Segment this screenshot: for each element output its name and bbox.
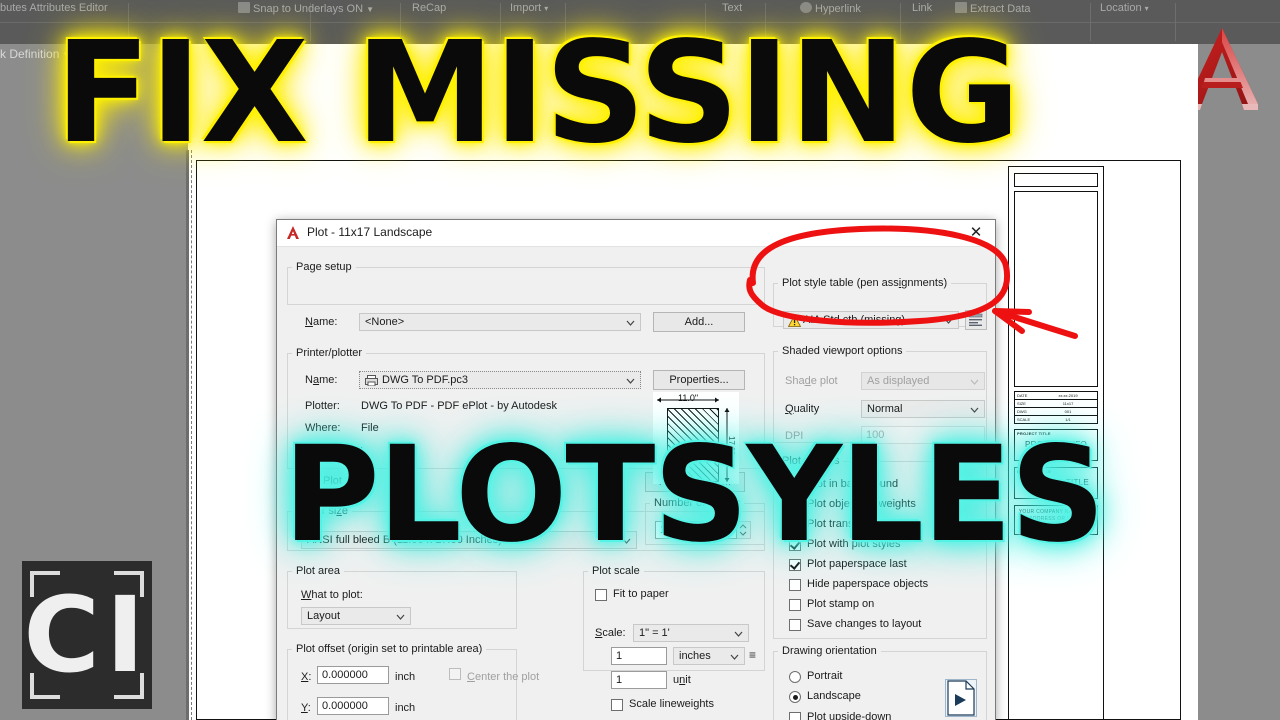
printer-plotter-legend: Printer/plotter: [296, 347, 363, 359]
plot-option-checkbox[interactable]: [789, 579, 801, 591]
overlay-title-line1: FIX MISSING: [55, 12, 1020, 175]
scale-numerator-input[interactable]: 1: [611, 647, 667, 665]
plot-option-checkbox[interactable]: [789, 599, 801, 611]
page-setup-name-label: NName:ame:: [305, 316, 338, 328]
plot-style-table-legend: Plot style table (pen assignments): [782, 277, 948, 289]
table-row: SIZE 11x17: [1014, 399, 1098, 407]
shade-plot-label: Shade plot: [785, 375, 838, 387]
page-setup-name-combo[interactable]: <None>: [359, 313, 641, 331]
fit-to-paper-checkbox[interactable]: [595, 589, 607, 601]
ribbon-panel-label: k Definition: [0, 47, 60, 61]
scale-combo[interactable]: 1" = 1': [633, 624, 749, 642]
ribbon-tool-location[interactable]: Location ▾: [1100, 2, 1149, 14]
plot-option-checkbox[interactable]: [789, 619, 801, 631]
scale-units-value: inches: [679, 650, 711, 662]
overlay-title-line2: PLOTSYLES: [283, 418, 1105, 572]
offset-x-units: inch: [395, 671, 416, 683]
portrait-radio[interactable]: [789, 671, 801, 683]
chevron-down-icon: [970, 407, 979, 413]
scale-denominator-input[interactable]: 1: [611, 671, 667, 689]
plot-option-label: Plot stamp on: [807, 598, 875, 610]
printer-name-value: DWG To PDF.pc3: [382, 374, 468, 386]
title-block-cell-top: [1014, 173, 1098, 187]
scale-label: Scale:: [595, 627, 626, 639]
add-page-setup-button[interactable]: Add...: [653, 312, 745, 332]
printer-name-label: Name:: [305, 374, 338, 386]
page-setup-legend: Page setup: [296, 261, 352, 273]
landscape-radio[interactable]: [789, 691, 801, 703]
chevron-down-icon: [970, 379, 979, 385]
title-block-row-value: 001: [1064, 409, 1072, 414]
plotter-label: Plotter:: [305, 400, 340, 412]
plotter-value: DWG To PDF - PDF ePlot - by Autodesk: [361, 400, 558, 412]
plot-style-table-combo[interactable]: AIA Std.ctb (missing): [783, 311, 959, 329]
title-block-cell-notes: [1014, 191, 1098, 387]
dialog-title-text: Plot - 11x17 Landscape: [307, 225, 433, 239]
channel-logo-watermark: CI: [22, 561, 152, 709]
title-block-row-value: xx.xx.2019: [1058, 393, 1078, 398]
plot-style-table-value: AIA Std.ctb (missing): [803, 314, 906, 326]
offset-x-label: X:: [301, 671, 312, 683]
center-the-plot-label: Center the plot: [467, 671, 540, 683]
printer-properties-button[interactable]: Properties...: [653, 370, 745, 390]
plot-option-label: Save changes to layout: [807, 618, 922, 630]
scale-units-combo[interactable]: inches: [673, 647, 745, 665]
offset-y-units: inch: [395, 702, 416, 714]
title-block-row-value: 11x17: [1062, 401, 1074, 406]
drawing-orientation-legend: Drawing orientation: [782, 645, 877, 657]
scale-value: 1" = 1': [639, 627, 670, 639]
quality-combo[interactable]: Normal: [861, 400, 985, 418]
quality-label: Quality: [785, 403, 820, 415]
page-setup-name-value: <None>: [365, 316, 405, 328]
chevron-down-icon: [626, 378, 635, 384]
plot-upside-down-checkbox[interactable]: [789, 712, 801, 720]
shaded-viewport-legend: Shaded viewport options: [782, 345, 903, 357]
scale-denominator-units: unit: [673, 674, 691, 686]
chevron-down-icon: [626, 320, 635, 326]
channel-logo-letters: CI: [23, 574, 151, 696]
offset-x-input[interactable]: 0.000000: [317, 666, 389, 684]
shade-plot-combo[interactable]: As displayed: [861, 372, 985, 390]
plot-style-editor-button[interactable]: [965, 310, 987, 330]
what-to-plot-label: What to plot:: [301, 589, 363, 601]
plotter-icon: [365, 375, 378, 387]
plot-option-label: Hide paperspace objects: [807, 578, 929, 590]
chevron-down-icon: [730, 654, 739, 660]
quality-value: Normal: [867, 403, 903, 415]
portrait-label: Portrait: [807, 670, 843, 682]
close-icon[interactable]: ✕: [961, 222, 991, 244]
fit-to-paper-label: Fit to paper: [613, 588, 669, 600]
paper-width-label: 11.0": [678, 393, 699, 403]
offset-y-input[interactable]: 0.000000: [317, 697, 389, 715]
landscape-label: Landscape: [807, 690, 861, 702]
what-to-plot-value: Layout: [307, 610, 341, 622]
ribbon-tool-label: Location: [1100, 2, 1142, 14]
canvas-vertical-label: [186, 580, 196, 700]
scale-lineweights-checkbox[interactable]: [611, 699, 623, 711]
plot-offset-legend: Plot offset (origin set to printable are…: [296, 643, 483, 655]
title-block-row-key: SIZE: [1017, 401, 1026, 406]
title-block-row-key: DWG: [1017, 409, 1027, 414]
table-row: DATE xx.xx.2019: [1014, 391, 1098, 399]
chevron-down-icon: [396, 614, 405, 620]
title-block-row-key: DATE: [1017, 393, 1028, 398]
offset-y-label: Y:: [301, 702, 311, 714]
chevron-down-icon: [944, 318, 953, 324]
printer-name-combo[interactable]: DWG To PDF.pc3: [359, 371, 641, 389]
dialog-title-bar[interactable]: Plot - 11x17 Landscape ✕: [277, 220, 995, 247]
autocad-logo-icon: [286, 225, 300, 240]
equals-icon: ≡: [749, 648, 757, 662]
chevron-down-icon: ▾: [1144, 3, 1149, 13]
landscape-page-icon: [945, 679, 977, 717]
page-setup-group: Page setup: [287, 261, 765, 305]
plot-upside-down-label: Plot upside-down: [807, 711, 892, 720]
center-the-plot-checkbox[interactable]: [449, 668, 461, 680]
what-to-plot-combo[interactable]: Layout: [301, 607, 411, 625]
scale-lineweights-label: Scale lineweights: [629, 698, 714, 710]
table-row: DWG 001: [1014, 407, 1098, 415]
warning-triangle-icon: [787, 314, 802, 327]
shade-plot-value: As displayed: [867, 375, 930, 387]
chevron-down-icon: [734, 631, 743, 637]
